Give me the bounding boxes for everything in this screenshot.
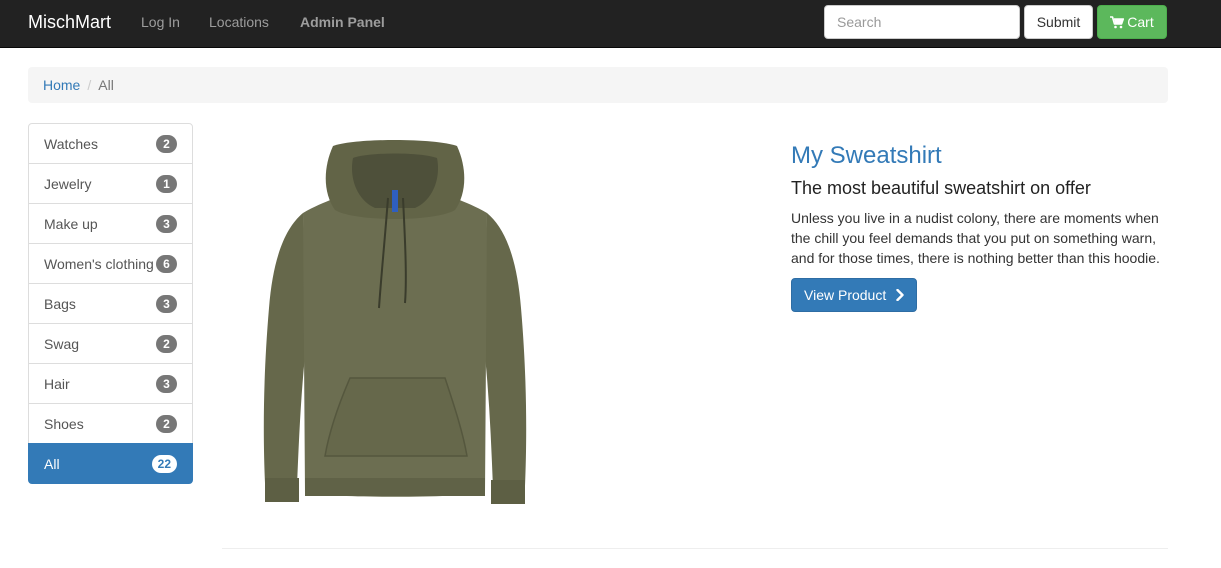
category-label: Jewelry bbox=[44, 176, 92, 192]
search-input[interactable] bbox=[824, 5, 1020, 39]
section-divider bbox=[222, 548, 1168, 549]
cart-label: Cart bbox=[1127, 14, 1154, 30]
category-item-make-up[interactable]: Make up 3 bbox=[28, 203, 193, 244]
count-badge: 3 bbox=[156, 375, 177, 393]
product-subtitle: The most beautiful sweatshirt on offer bbox=[791, 178, 1091, 198]
count-badge: 2 bbox=[156, 135, 177, 153]
count-badge: 1 bbox=[156, 175, 177, 193]
breadcrumb: Home / All bbox=[28, 67, 1168, 103]
chevron-right-icon bbox=[896, 289, 904, 301]
category-item-all[interactable]: All 22 bbox=[28, 443, 193, 484]
category-label: Women's clothing bbox=[44, 256, 154, 272]
count-badge: 3 bbox=[156, 295, 177, 313]
category-label: Hair bbox=[44, 376, 70, 392]
category-label: Make up bbox=[44, 216, 98, 232]
shopping-cart-icon bbox=[1110, 16, 1125, 29]
product-image[interactable] bbox=[255, 138, 540, 513]
count-badge: 3 bbox=[156, 215, 177, 233]
category-item-jewelry[interactable]: Jewelry 1 bbox=[28, 163, 193, 204]
count-badge: 22 bbox=[151, 455, 177, 473]
count-badge: 2 bbox=[156, 335, 177, 353]
category-item-swag[interactable]: Swag 2 bbox=[28, 323, 193, 364]
category-label: Shoes bbox=[44, 416, 84, 432]
category-item-bags[interactable]: Bags 3 bbox=[28, 283, 193, 324]
search-submit-button[interactable]: Submit bbox=[1024, 5, 1093, 39]
breadcrumb-current: All bbox=[98, 77, 114, 93]
view-product-label: View Product bbox=[804, 287, 887, 303]
category-item-watches[interactable]: Watches 2 bbox=[28, 123, 193, 164]
top-navbar: MischMart Log In Locations Admin Panel S… bbox=[0, 0, 1221, 48]
breadcrumb-separator: / bbox=[87, 77, 92, 93]
cart-button[interactable]: Cart bbox=[1097, 5, 1167, 39]
breadcrumb-home-link[interactable]: Home bbox=[43, 77, 80, 93]
category-label: All bbox=[44, 456, 60, 472]
category-item-womens-clothing[interactable]: Women's clothing 6 bbox=[28, 243, 193, 284]
category-item-hair[interactable]: Hair 3 bbox=[28, 363, 193, 404]
hoodie-image bbox=[263, 140, 527, 504]
brand-logo[interactable]: MischMart bbox=[28, 12, 111, 32]
count-badge: 6 bbox=[156, 255, 177, 273]
nav-admin-panel-link[interactable]: Admin Panel bbox=[300, 14, 385, 30]
category-list: Watches 2 Jewelry 1 Make up 3 Women's cloth… bbox=[28, 123, 193, 484]
view-product-button[interactable]: View Product bbox=[791, 278, 917, 312]
product-description: Unless you live in a nudist colony, ther… bbox=[791, 210, 1160, 266]
category-label: Swag bbox=[44, 336, 80, 352]
category-label: Bags bbox=[44, 296, 76, 312]
product-title[interactable]: My Sweatshirt bbox=[791, 141, 942, 171]
nav-login-link[interactable]: Log In bbox=[141, 14, 180, 30]
category-item-shoes[interactable]: Shoes 2 bbox=[28, 403, 193, 444]
count-badge: 2 bbox=[156, 415, 177, 433]
category-label: Watches bbox=[44, 136, 98, 152]
nav-locations-link[interactable]: Locations bbox=[209, 14, 269, 30]
